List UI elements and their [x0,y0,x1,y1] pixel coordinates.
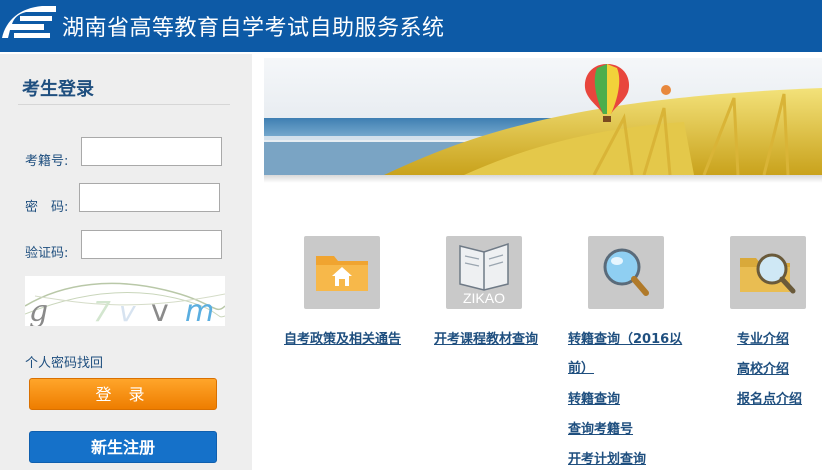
magnifier-icon[interactable] [588,236,664,309]
captcha-image[interactable]: g 7 v v m [25,276,225,326]
folder-home-icon[interactable] [304,236,380,309]
login-panel: 考生登录 考籍号: 密 码: 验证码: g 7 v v m 个人密码找回 登 录… [0,54,252,470]
zikao-book-icon[interactable]: ZIKAO [446,236,522,309]
course-textbook-link[interactable]: 开考课程教材查询 [434,328,538,347]
login-panel-title: 考生登录 [22,79,94,100]
exam-id-input[interactable] [81,137,222,166]
folder-search-icon[interactable] [730,236,806,309]
transfer-query-link[interactable]: 转籍查询 [568,388,620,407]
captcha-char: v [119,295,136,326]
exam-id-label: 考籍号: [25,154,69,169]
policy-notice-link[interactable]: 自考政策及相关通告 [284,328,401,347]
exam-plan-query-link[interactable]: 开考计划查询 [568,448,646,467]
captcha-char: 7 [93,295,111,326]
password-label: 密 码: [25,200,69,215]
transfer-query-pre2016-link-cont[interactable]: 前） [568,357,594,376]
major-intro-link[interactable]: 专业介绍 [737,328,789,347]
forgot-password-link[interactable]: 个人密码找回 [25,352,103,371]
divider [18,104,230,105]
college-intro-link[interactable]: 高校介绍 [737,358,789,377]
captcha-char: g [29,294,48,326]
captcha-char: m [185,294,214,326]
banner-shadow [264,175,822,183]
login-button[interactable]: 登 录 [29,378,217,410]
transfer-query-pre2016-link[interactable]: 转籍查询（2016以 [568,328,682,347]
exam-id-query-link[interactable]: 查询考籍号 [568,418,633,437]
register-button[interactable]: 新生注册 [29,431,217,463]
site-title: 湖南省高等教育自学考试自助服务系统 [62,16,445,41]
app-header: 湖南省高等教育自学考试自助服务系统 [0,0,822,52]
captcha-char: v [151,294,169,326]
password-input[interactable] [79,183,220,212]
captcha-label: 验证码: [25,246,69,261]
banner-image [264,58,822,175]
registration-site-link[interactable]: 报名点介绍 [737,388,802,407]
logo-icon [2,6,56,38]
zikao-label: ZIKAO [463,290,505,306]
captcha-input[interactable] [81,230,222,259]
